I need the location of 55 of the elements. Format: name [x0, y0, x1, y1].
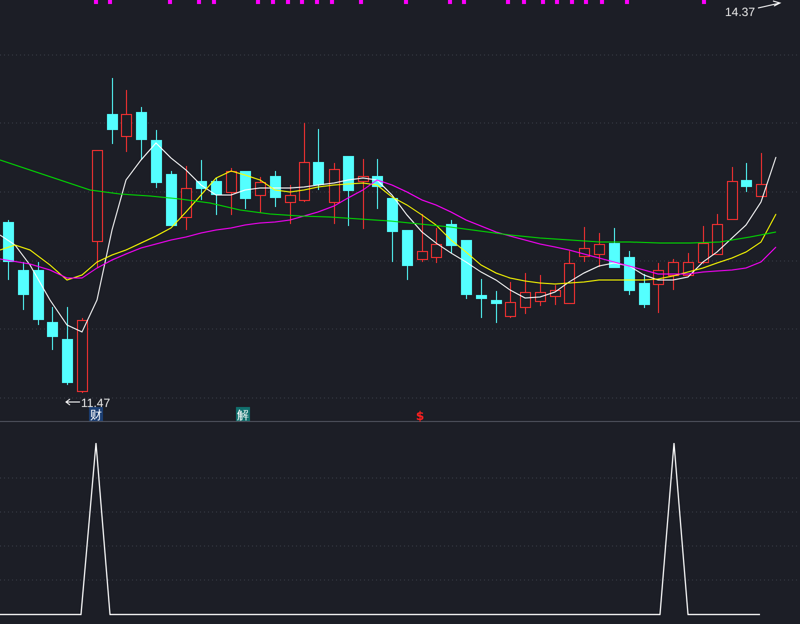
candlestick [121, 90, 132, 152]
marker-badge: 财 [89, 407, 103, 422]
candlestick [461, 240, 472, 300]
candlestick [564, 250, 575, 304]
candlestick [313, 128, 324, 190]
candlestick [226, 168, 237, 216]
candlestick [270, 170, 281, 208]
candlestick [255, 176, 266, 214]
arrow-icon [758, 0, 782, 8]
candlestick [387, 198, 398, 262]
candlestick [698, 226, 709, 264]
low-price-label: 11.47 [81, 396, 110, 410]
candlestick [431, 228, 442, 264]
candlestick [151, 130, 162, 188]
candlestick [107, 78, 118, 144]
candlestick [166, 170, 177, 226]
marker-badge: 解 [236, 407, 250, 422]
candlestick [550, 284, 561, 306]
candlestick [712, 214, 723, 256]
candlestick [476, 278, 487, 318]
candlestick [136, 106, 147, 160]
candlestick [579, 226, 590, 262]
candlestick [358, 158, 369, 230]
candlestick [343, 156, 354, 226]
candlestick [594, 232, 605, 268]
candlestick [727, 166, 738, 220]
candlestick [18, 262, 29, 310]
high-price-label: 14.37 [724, 5, 755, 19]
candlestick [756, 152, 767, 198]
candlestick [240, 170, 251, 210]
candlestick [417, 214, 428, 262]
candlestick [285, 184, 296, 224]
candlestick [741, 162, 752, 192]
candlestick [196, 160, 207, 200]
arrow-icon [65, 398, 80, 406]
candlestick [520, 272, 531, 314]
marker-symbol: $ [416, 409, 424, 423]
candlestick [505, 282, 516, 318]
candlestick [624, 250, 635, 296]
candlestick [653, 262, 664, 314]
candlestick [47, 306, 58, 350]
candlestick [329, 162, 340, 224]
candlestick [668, 258, 679, 290]
candlestick [181, 166, 192, 230]
candlestick [609, 228, 620, 268]
candlestick [446, 220, 457, 254]
candlestick [3, 220, 14, 280]
candlestick [211, 178, 222, 216]
candlestick [535, 274, 546, 306]
candlestick [33, 262, 44, 326]
candlestick [402, 230, 413, 280]
candlestick [491, 290, 502, 324]
candlestick [372, 158, 383, 210]
candlestick [683, 252, 694, 276]
candlestick [639, 274, 650, 308]
